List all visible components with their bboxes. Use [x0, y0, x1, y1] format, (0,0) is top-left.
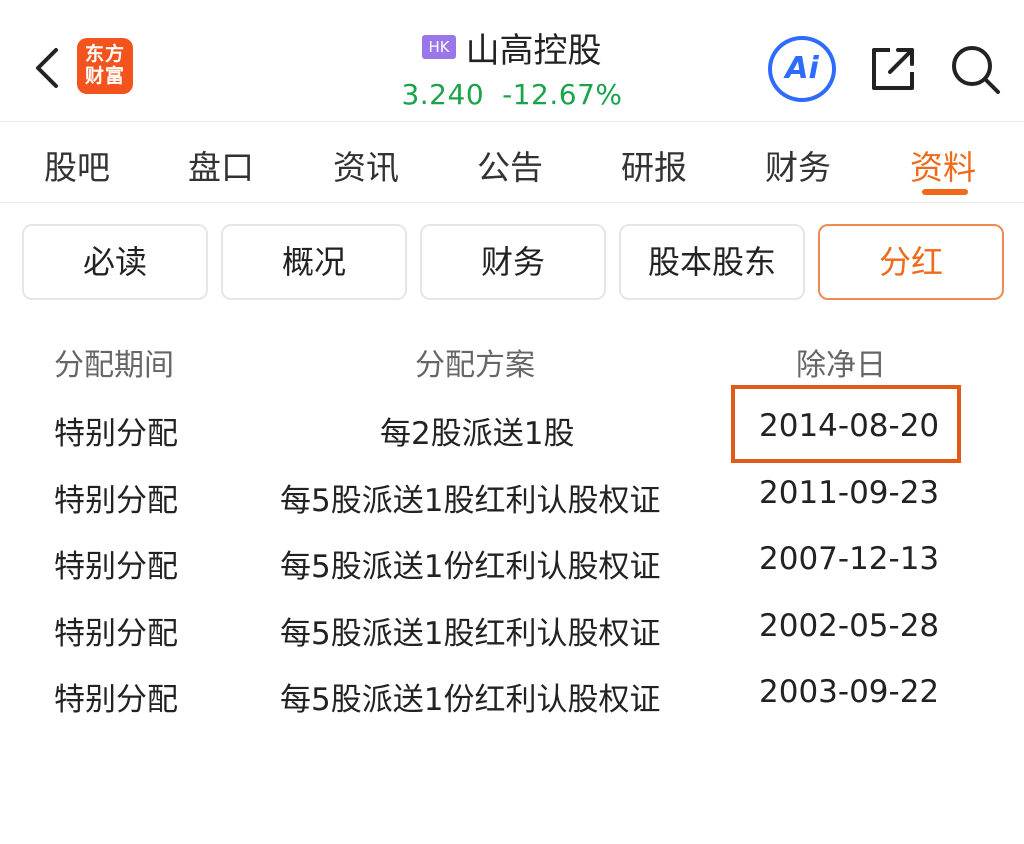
subtab-shares-holders[interactable]: 股本股东: [619, 224, 805, 300]
row-period: 特别分配: [54, 416, 178, 452]
tab-news[interactable]: 资讯: [333, 141, 399, 189]
share-icon: [872, 48, 914, 90]
row-plan: 每5股派送1股红利认股权证: [280, 483, 661, 519]
subtab-must-read[interactable]: 必读: [22, 224, 208, 300]
tab-pankou[interactable]: 盘口: [188, 141, 254, 189]
row-ex-date: 2002-05-28: [759, 608, 940, 644]
row-period: 特别分配: [54, 682, 178, 718]
subtab-overview[interactable]: 概况: [221, 224, 407, 300]
tab-research[interactable]: 研报: [621, 141, 687, 189]
stock-name: 山高控股: [465, 30, 602, 71]
row-plan: 每2股派送1股: [380, 416, 575, 452]
tab-profile[interactable]: 资料: [910, 141, 976, 189]
subtab-dividend[interactable]: 分红: [818, 224, 1004, 300]
active-tab-indicator: [922, 189, 968, 195]
column-header-ex-date: 除净日: [796, 348, 886, 383]
tab-guba[interactable]: 股吧: [44, 141, 110, 189]
row-period: 特别分配: [54, 549, 178, 585]
row-ex-date: 2011-09-23: [759, 475, 940, 511]
row-plan: 每5股派送1份红利认股权证: [280, 682, 661, 718]
ai-assistant-button[interactable]: Ai: [768, 36, 836, 102]
subtab-finance[interactable]: 财务: [420, 224, 606, 300]
tab-announcements[interactable]: 公告: [477, 141, 543, 189]
row-period: 特别分配: [54, 483, 178, 519]
tab-finance[interactable]: 财务: [765, 141, 831, 189]
row-plan: 每5股派送1股红利认股权证: [280, 616, 661, 652]
row-ex-date: 2007-12-13: [759, 541, 940, 577]
top-header: 东方 财富 HK 山高控股 3.240 -12.67% Ai: [0, 0, 1024, 122]
stock-change-pct: -12.67%: [502, 78, 623, 111]
stock-price: 3.240: [401, 78, 485, 111]
search-button[interactable]: [946, 40, 1004, 98]
main-tabs: 股吧 盘口 资讯 公告 研报 财务 资料: [0, 123, 1024, 203]
row-period: 特别分配: [54, 616, 178, 652]
row-ex-date: 2003-09-22: [759, 674, 940, 710]
market-badge: HK: [422, 35, 456, 59]
highlight-box: [731, 385, 961, 463]
column-header-period: 分配期间: [54, 348, 174, 383]
column-header-plan: 分配方案: [415, 348, 535, 383]
row-plan: 每5股派送1份红利认股权证: [280, 549, 661, 585]
search-icon: [952, 46, 1000, 94]
share-button[interactable]: [866, 42, 920, 96]
